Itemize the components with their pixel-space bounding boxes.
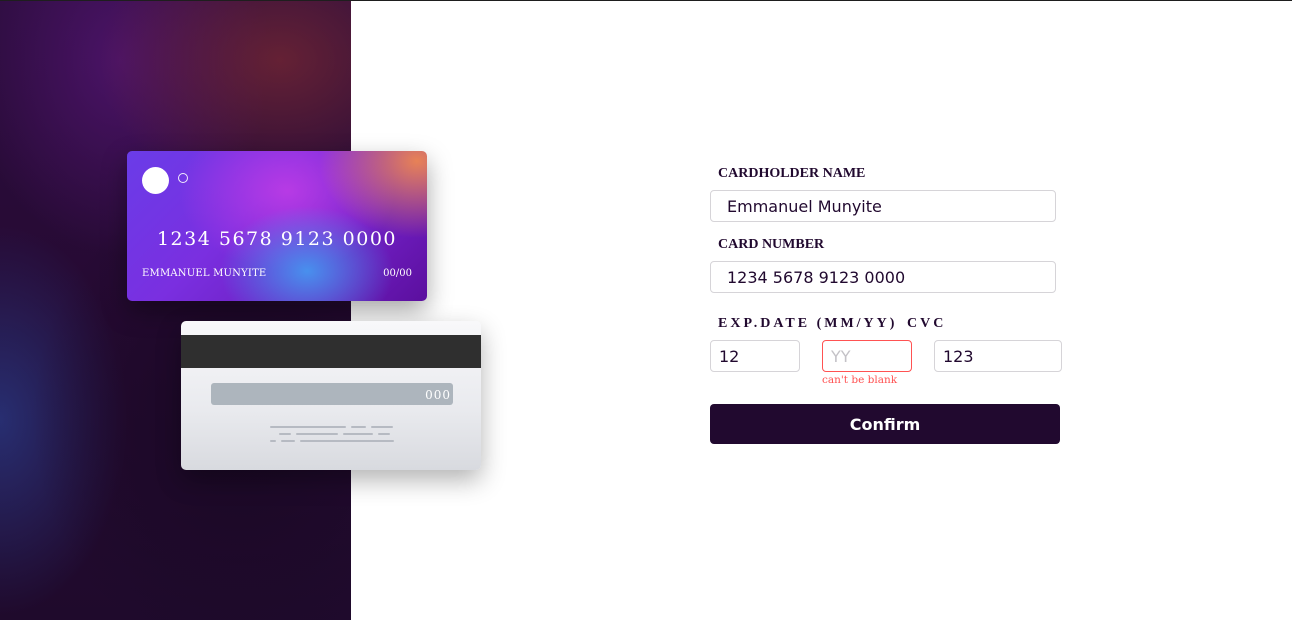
cvc-input[interactable] [934, 340, 1062, 372]
card-logo-filled-circle-icon [142, 167, 169, 194]
card-back: 000 [181, 321, 481, 470]
expiry-year-error-message: can't be blank [822, 374, 898, 386]
cvc-label: CVC [907, 316, 947, 331]
cardholder-name-input[interactable] [710, 190, 1056, 222]
card-back-pattern-line [351, 426, 366, 428]
card-back-pattern-line [378, 433, 390, 435]
expiry-year-input[interactable] [822, 340, 912, 372]
card-front-holder-name: EMMANUEL MUNYITE [142, 268, 267, 279]
card-front-expiry: 00/00 [383, 268, 412, 279]
card-back-pattern-line [279, 433, 291, 435]
card-number-label: CARD NUMBER [718, 237, 825, 252]
gradient-background-panel [0, 0, 351, 620]
card-back-pattern-line [270, 440, 276, 442]
card-back-pattern-line [281, 440, 295, 442]
card-back-pattern-line [296, 433, 338, 435]
expiry-date-label: EXP.DATE (MM/YY) [718, 316, 898, 331]
expiry-month-input[interactable] [710, 340, 800, 372]
top-border [0, 0, 1292, 1]
card-back-pattern-line [371, 426, 393, 428]
background-shade [0, 0, 351, 620]
cardholder-name-label: CARDHOLDER NAME [718, 166, 866, 181]
card-back-pattern-line [300, 440, 394, 442]
card-number-input[interactable] [710, 261, 1056, 293]
confirm-button[interactable]: Confirm [710, 404, 1060, 444]
card-back-cvc: 000 [425, 388, 451, 402]
card-logo-outline-circle-icon [178, 173, 188, 183]
magnetic-strip [181, 335, 481, 368]
card-back-pattern-line [343, 433, 373, 435]
signature-strip [211, 383, 453, 405]
card-back-pattern-line [270, 426, 346, 428]
card-front: 1234 5678 9123 0000 EMMANUEL MUNYITE 00/… [127, 151, 427, 301]
card-front-number: 1234 5678 9123 0000 [156, 228, 398, 250]
